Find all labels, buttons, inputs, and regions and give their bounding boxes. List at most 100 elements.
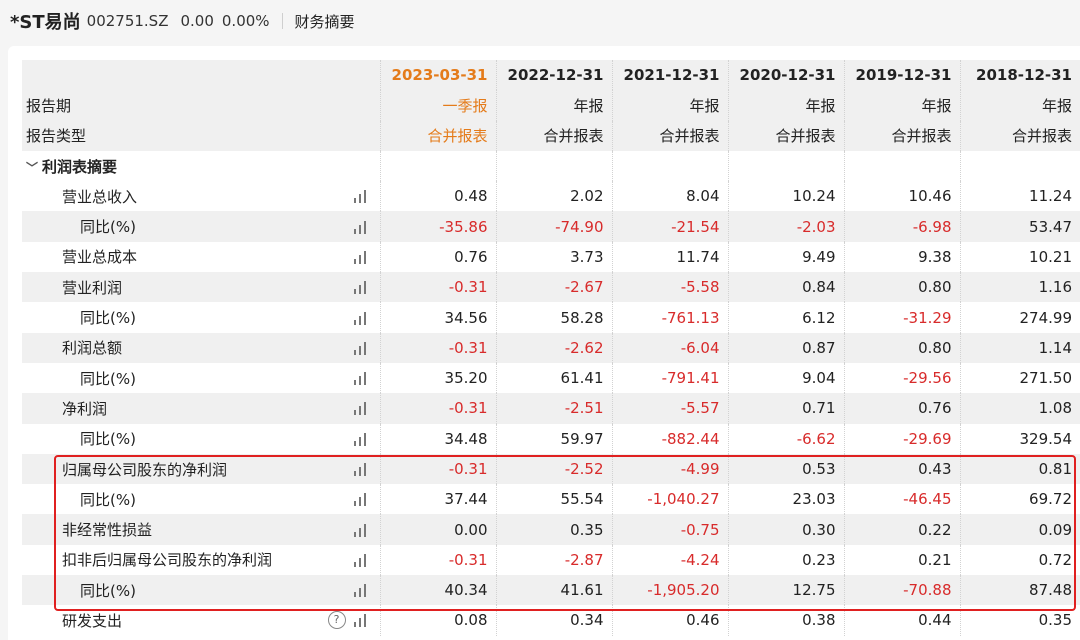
- chevron-down-icon[interactable]: ﹀: [26, 159, 38, 176]
- row-label-cell: 归属母公司股东的净利润: [22, 453, 380, 485]
- value-cell: -5.58: [611, 272, 728, 303]
- table-row[interactable]: 净利润 -0.31 -2.51 -5.57 0.71 0.76 1.08: [22, 393, 1080, 424]
- table-row[interactable]: 归属母公司股东的净利润 -0.31 -2.52 -4.99 0.53 0.43 0.81: [22, 453, 1080, 485]
- table-row[interactable]: 利润总额 -0.31 -2.62 -6.04 0.87 0.80 1.14: [22, 332, 1080, 363]
- table-row[interactable]: 同比(%) 40.34 41.61 -1,905.20 12.75 -70.88 87.48: [22, 575, 1080, 606]
- value-cell: -2.03: [727, 211, 844, 242]
- row-label: 利润总额: [62, 339, 123, 358]
- date-header[interactable]: 2018-12-31: [959, 60, 1080, 91]
- row-label: 研发支出: [62, 611, 123, 630]
- type-row: 报告类型 合并报表 合并报表 合并报表 合并报表 合并报表 合并报表: [22, 120, 1080, 151]
- bar-chart-icon[interactable]: [353, 523, 370, 537]
- bar-chart-icon[interactable]: [353, 583, 370, 598]
- row-label-cell: 同比(%): [22, 484, 380, 514]
- value-cell: 2.02: [495, 181, 612, 212]
- bar-chart-icon[interactable]: [353, 371, 370, 386]
- bar-chart-icon[interactable]: [353, 189, 370, 204]
- row-label: 同比(%): [80, 581, 136, 600]
- value-cell: 0.43: [843, 453, 960, 485]
- value-cell: -0.31: [379, 544, 496, 576]
- bar-chart-icon[interactable]: [353, 280, 370, 295]
- value-cell: 53.47: [959, 211, 1080, 242]
- table-row[interactable]: 非经常性损益 0.00 0.35 -0.75 0.30 0.22 0.09: [22, 514, 1080, 545]
- row-label-cell: 营业利润: [22, 272, 380, 303]
- value-cell: 0.08: [379, 605, 496, 636]
- value-cell: -1,905.20: [611, 575, 728, 606]
- value-cell: 3.73: [495, 241, 612, 273]
- bar-chart-icon[interactable]: [353, 311, 370, 325]
- bar-chart-icon[interactable]: [353, 220, 370, 234]
- bar-chart-icon[interactable]: [353, 341, 370, 355]
- table-row[interactable]: 同比(%) 35.20 61.41 -791.41 9.04 -29.56 271.50: [22, 362, 1080, 394]
- table-row[interactable]: 研发支出? 0.08 0.34 0.46 0.38 0.44 0.35: [22, 605, 1080, 636]
- table-row[interactable]: 同比(%) 37.44 55.54 -1,040.27 23.03 -46.45 69.72: [22, 484, 1080, 515]
- value-cell: 0.84: [727, 272, 844, 303]
- divider: [281, 13, 283, 29]
- value-cell: 0.72: [959, 544, 1080, 576]
- bar-chart-icon[interactable]: [353, 553, 370, 567]
- value-cell: 11.24: [959, 181, 1080, 212]
- table-row[interactable]: 同比(%) 34.56 58.28 -761.13 6.12 -31.29 274.99: [22, 302, 1080, 333]
- value-cell: 59.97: [495, 423, 612, 454]
- type-value: 合并报表: [379, 120, 496, 151]
- row-label-cell: 净利润: [22, 393, 380, 424]
- type-value: 合并报表: [495, 120, 612, 151]
- value-cell: 34.56: [379, 302, 496, 333]
- value-cell: -2.62: [495, 332, 612, 363]
- value-cell: 12.75: [727, 575, 844, 606]
- value-cell: 10.24: [727, 181, 844, 212]
- type-label: 报告类型: [22, 120, 380, 151]
- date-header[interactable]: 2022-12-31: [495, 60, 612, 91]
- value-cell: 329.54: [959, 423, 1080, 454]
- table-row[interactable]: 营业总成本 0.76 3.73 11.74 9.49 9.38 10.21: [22, 241, 1080, 273]
- help-icon[interactable]: ?: [327, 611, 346, 630]
- row-label-cell: 扣非后归属母公司股东的净利润: [22, 545, 380, 575]
- value-cell: 271.50: [959, 362, 1080, 394]
- table-row[interactable]: 扣非后归属母公司股东的净利润 -0.31 -2.87 -4.24 0.23 0.21 0.7…: [22, 544, 1080, 576]
- row-label-cell: 同比(%): [22, 302, 380, 332]
- period-row: 报告期 一季报 年报 年报 年报 年报 年报: [22, 90, 1080, 121]
- table-row[interactable]: 营业利润 -0.31 -2.67 -5.58 0.84 0.80 1.16: [22, 272, 1080, 303]
- section-header[interactable]: ﹀ 利润表摘要: [22, 151, 380, 181]
- table-row[interactable]: 营业总收入 0.48 2.02 8.04 10.24 10.46 11.24: [22, 181, 1080, 212]
- row-label: 扣非后归属母公司股东的净利润: [62, 551, 273, 570]
- empty-cell: [727, 150, 844, 182]
- row-label: 净利润: [62, 399, 108, 418]
- empty-cell: [959, 150, 1080, 182]
- bar-chart-icon[interactable]: [353, 462, 370, 476]
- value-cell: 9.49: [727, 241, 844, 273]
- value-cell: -791.41: [611, 362, 728, 394]
- value-cell: -2.67: [495, 272, 612, 303]
- date-header[interactable]: 2019-12-31: [843, 60, 960, 91]
- section-tab-financial-summary[interactable]: 财务摘要: [295, 11, 355, 32]
- value-cell: -21.54: [611, 211, 728, 242]
- value-cell: 10.21: [959, 241, 1080, 273]
- date-header[interactable]: 2021-12-31: [611, 60, 728, 91]
- empty-cell: [843, 150, 960, 182]
- value-cell: -0.31: [379, 272, 496, 303]
- value-cell: 0.30: [727, 514, 844, 545]
- bar-chart-icon[interactable]: [353, 401, 370, 416]
- bar-chart-icon[interactable]: [353, 492, 370, 507]
- value-cell: 34.48: [379, 423, 496, 454]
- bar-chart-icon[interactable]: [353, 613, 370, 628]
- period-value: 年报: [843, 90, 960, 121]
- value-cell: -29.69: [843, 423, 960, 454]
- value-cell: 40.34: [379, 575, 496, 606]
- date-header[interactable]: 2020-12-31: [727, 60, 844, 91]
- value-cell: -29.56: [843, 362, 960, 394]
- table-row[interactable]: 同比(%) -35.86 -74.90 -21.54 -2.03 -6.98 53.47: [22, 211, 1080, 242]
- value-cell: 55.54: [495, 484, 612, 515]
- value-cell: 23.03: [727, 484, 844, 515]
- value-cell: -6.04: [611, 332, 728, 363]
- row-label: 同比(%): [80, 218, 136, 237]
- section-row-income-statement[interactable]: ﹀ 利润表摘要: [22, 150, 1080, 182]
- bar-chart-icon[interactable]: [353, 250, 370, 264]
- value-cell: -0.31: [379, 453, 496, 485]
- row-label-cell: 营业总成本: [22, 242, 380, 272]
- date-header[interactable]: 2023-03-31: [379, 60, 496, 91]
- table-row[interactable]: 同比(%) 34.48 59.97 -882.44 -6.62 -29.69 329.54: [22, 423, 1080, 454]
- row-label: 营业总成本: [62, 248, 138, 267]
- bar-chart-icon[interactable]: [353, 432, 370, 446]
- value-cell: 0.34: [495, 605, 612, 636]
